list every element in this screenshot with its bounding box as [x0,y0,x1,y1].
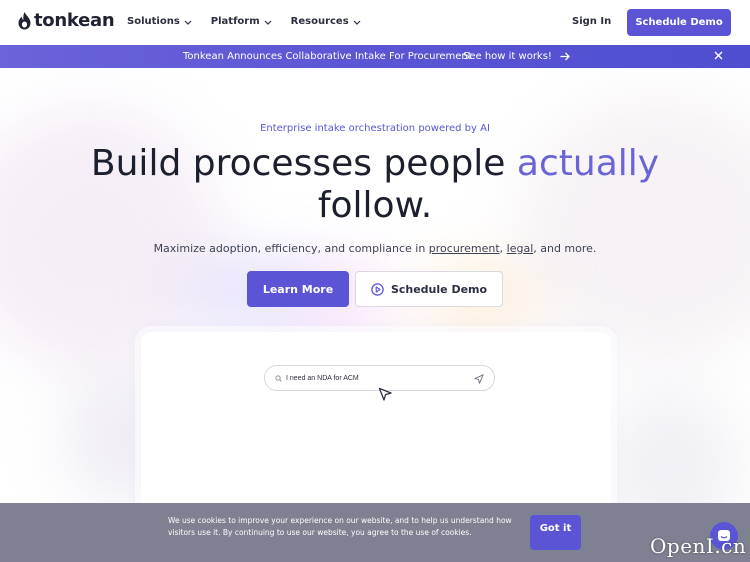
announcement-bar: Tonkean Announces Collaborative Intake F… [0,45,750,68]
chevron-down-icon [184,20,192,25]
nav-resources-label: Resources [290,16,349,27]
announcement-link-label: See how it works! [463,51,552,62]
nav-platform[interactable]: Platform [211,15,272,29]
chevron-down-icon [353,20,361,25]
legal-link[interactable]: legal [507,242,534,255]
announcement-link[interactable]: See how it works! [463,50,570,63]
announcement-text: Tonkean Announces Collaborative Intake F… [183,51,472,62]
hero-eyebrow: Enterprise intake orchestration powered … [260,123,490,134]
search-value: I need an NDA for ACM [286,374,359,382]
nav-solutions[interactable]: Solutions [127,15,192,29]
subheading-prefix: Maximize adoption, efficiency, and compl… [153,242,429,255]
search-icon [275,374,282,382]
mouse-pointer-icon [378,387,392,401]
subheading-suffix: , and more. [533,242,597,255]
send-icon[interactable] [474,374,484,384]
nav-platform-label: Platform [210,16,260,27]
cookie-message: We use cookies to improve your experienc… [168,516,512,537]
schedule-demo-label: Schedule Demo [390,282,488,296]
close-icon[interactable] [714,51,723,60]
watermark-text: OpenI.cn [650,534,747,558]
headline-text-end: follow. [317,185,433,226]
flame-logo-icon [18,12,31,30]
accept-cookies-button[interactable]: Got it [530,515,581,550]
logo-wordmark: tonkean [34,10,115,31]
sign-in-link[interactable]: Sign In [572,15,611,29]
headline-text-start: Build processes people [90,143,517,184]
top-navbar: tonkean Solutions Platform Resources Sig… [0,0,750,45]
schedule-demo-nav-button[interactable]: Schedule Demo [627,9,731,36]
schedule-demo-button[interactable]: Schedule Demo [355,271,503,307]
subheading-separator: , [499,242,507,255]
main-menu: Solutions Platform Resources [127,15,380,29]
hero-headline: Build processes people actually follow. [0,143,750,227]
learn-more-button[interactable]: Learn More [247,271,349,307]
hero-subheading: Maximize adoption, efficiency, and compl… [0,242,750,256]
procurement-link[interactable]: procurement [429,242,500,255]
arrow-right-icon [560,52,570,61]
headline-accent-word: actually [516,143,660,184]
nav-resources[interactable]: Resources [291,15,361,29]
logo[interactable]: tonkean [18,10,115,32]
nav-solutions-label: Solutions [127,16,180,27]
cookie-banner: We use cookies to improve your experienc… [0,503,750,562]
chevron-down-icon [264,20,272,25]
play-circle-icon [371,282,384,296]
